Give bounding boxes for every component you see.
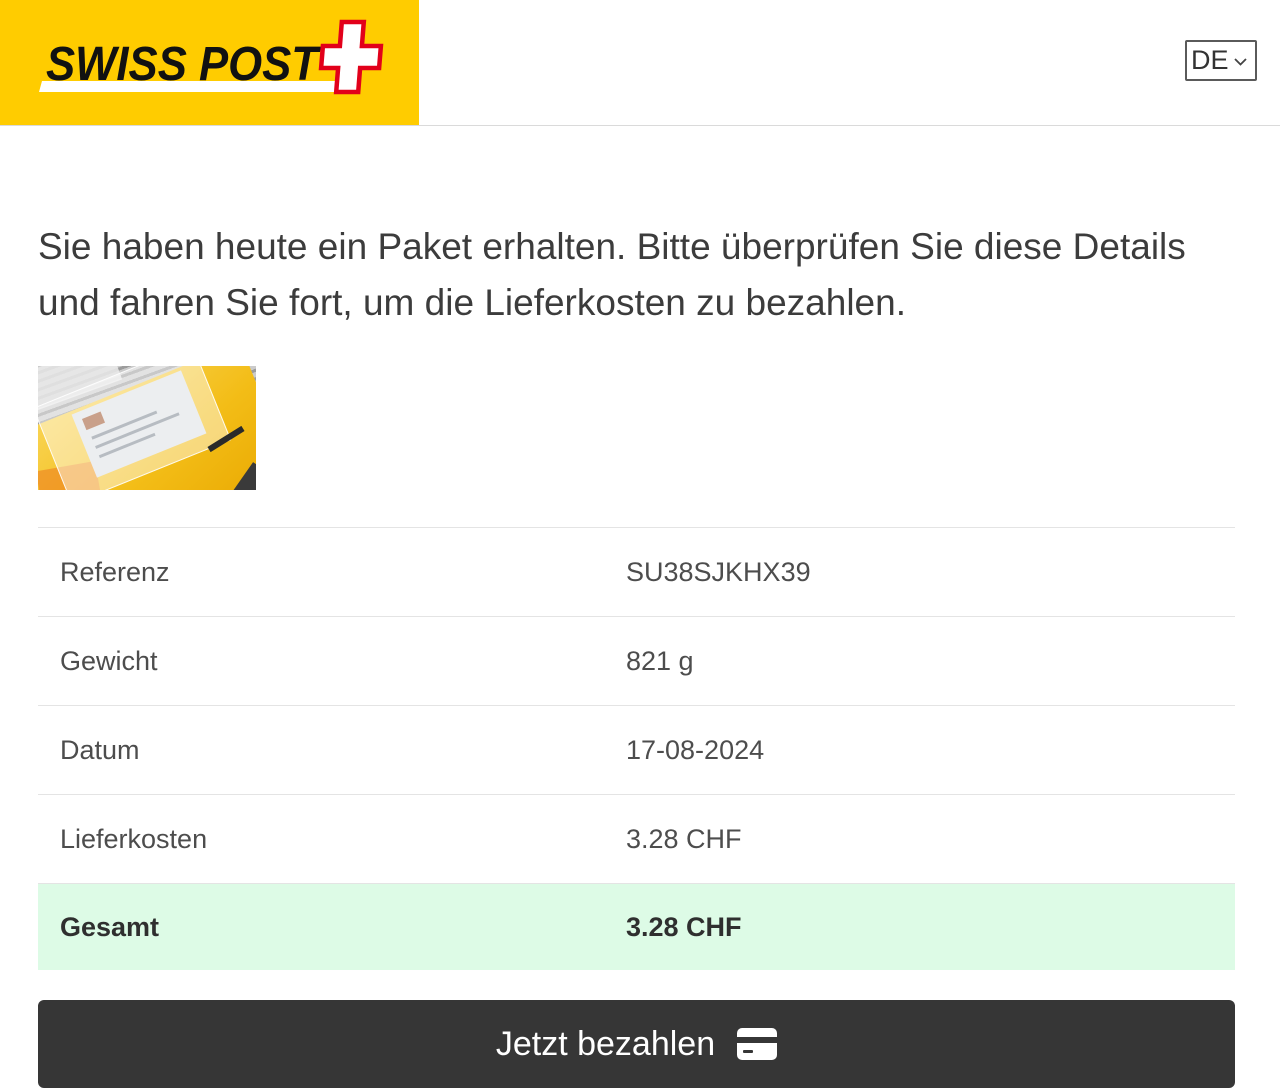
total-row: Gesamt 3.28 CHF [38, 883, 1235, 970]
package-photo [38, 366, 256, 490]
chevron-down-icon[interactable] [1233, 57, 1247, 66]
detail-value: SU38SJKHX39 [626, 556, 811, 587]
language-select-value[interactable]: DE [1191, 47, 1229, 74]
detail-label: Referenz [60, 556, 170, 587]
package-message: Sie haben heute ein Paket erhalten. Bitt… [38, 226, 1186, 323]
detail-label: Datum [60, 734, 140, 765]
package-photo-stamp [81, 411, 106, 431]
detail-value: 17-08-2024 [626, 734, 765, 765]
detail-row-weight: Gewicht 821 g [38, 616, 1235, 705]
detail-row-date: Datum 17-08-2024 [38, 705, 1235, 794]
detail-row-reference: Referenz SU38SJKHX39 [38, 527, 1235, 616]
credit-card-icon[interactable] [737, 1028, 778, 1060]
detail-label: Gewicht [60, 645, 158, 676]
site-header: SWISS POST DE [0, 0, 1280, 126]
package-photo-label-line [98, 432, 156, 459]
detail-value: 821 g [626, 645, 694, 676]
total-value: 3.28 CHF [626, 911, 742, 942]
total-label: Gesamt [60, 911, 160, 942]
language-select[interactable]: DE [1185, 40, 1257, 81]
logo: SWISS POST [0, 0, 419, 125]
logo-stripe [39, 81, 338, 92]
pay-now-button[interactable]: Jetzt bezahlen [38, 1000, 1235, 1088]
details-table: Referenz SU38SJKHX39 Gewicht 821 g Datum… [38, 527, 1235, 970]
swiss-post-logo: SWISS POST [39, 19, 384, 95]
detail-row-delivery-cost: Lieferkosten 3.28 CHF [38, 794, 1235, 883]
pay-now-label[interactable]: Jetzt bezahlen [496, 1025, 715, 1064]
detail-label: Lieferkosten [60, 823, 208, 854]
detail-value: 3.28 CHF [626, 823, 742, 854]
